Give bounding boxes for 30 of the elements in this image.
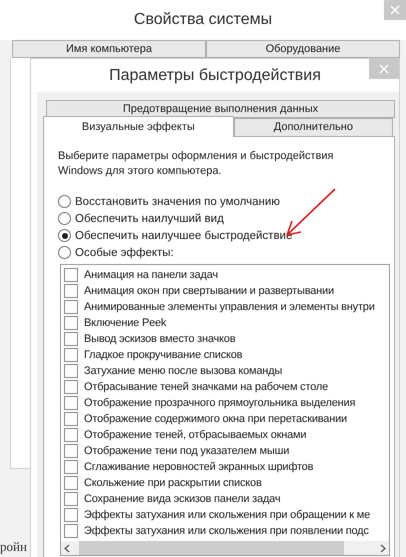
checkbox-label: Затухание меню после вызова команды [84,365,282,377]
dialog-title: Параметры быстродействия [109,66,321,84]
checkbox-label: Анимация на панели задач [84,269,218,281]
checkbox-label: Эффекты затухания или скольжения при появлении подс [84,525,369,537]
checkbox-label: Эффекты затухания или скольжения при обращении к ме [84,509,370,521]
tab[interactable]: Дополнительно [234,118,393,137]
checkbox-label: Включение Peek [84,317,166,329]
text-fragment: ройн [0,539,27,555]
checkbox-label: Отбрасывание теней значками на рабочем столе [84,381,328,393]
checkbox-label: Анимация окон при свертывании и развертывании [84,285,334,297]
radio-label: Обеспечить наилучшее быстродействие [75,230,292,242]
tab[interactable]: Оборудование [206,40,400,58]
tab[interactable]: Имя компьютера [12,40,206,58]
checkbox-label: Сохранение вида эскизов панели задач [84,493,280,505]
radio-label: Обеспечить наилучший вид [75,212,224,224]
checkbox-label: Скольжение при раскрытии списков [84,477,262,489]
checkbox-label: Гладкое прокручивание списков [84,349,242,361]
radio-label: Особые эффекты: [75,246,174,258]
checkbox-label: Отображение содержимого окна при перетаскивании [84,413,347,425]
tab[interactable]: Визуальные эффекты [43,116,234,137]
radio-label: Восстановить значения по умолчанию [75,196,280,208]
checkbox-label: Вывод эскизов вместо значков [84,333,236,345]
description-text: Выберите параметры оформления и быстродействия Windows для этого компьютера. [58,149,334,179]
checkbox-label: Анимированные элементы управления и элементы внутри [84,301,375,313]
checkbox-label: Сглаживание неровностей экранных шрифтов [84,461,314,473]
checkbox-label: Отображение теней, отбрасываемых окнами [84,429,306,441]
checkbox-label: Отображение прозрачного прямоугольника выделения [84,397,356,409]
window-title: Свойства системы [134,11,272,29]
tab[interactable]: Предотвращение выполнения данных [46,100,395,118]
checkbox-label: Отображение тени под указателем мыши [84,445,290,457]
